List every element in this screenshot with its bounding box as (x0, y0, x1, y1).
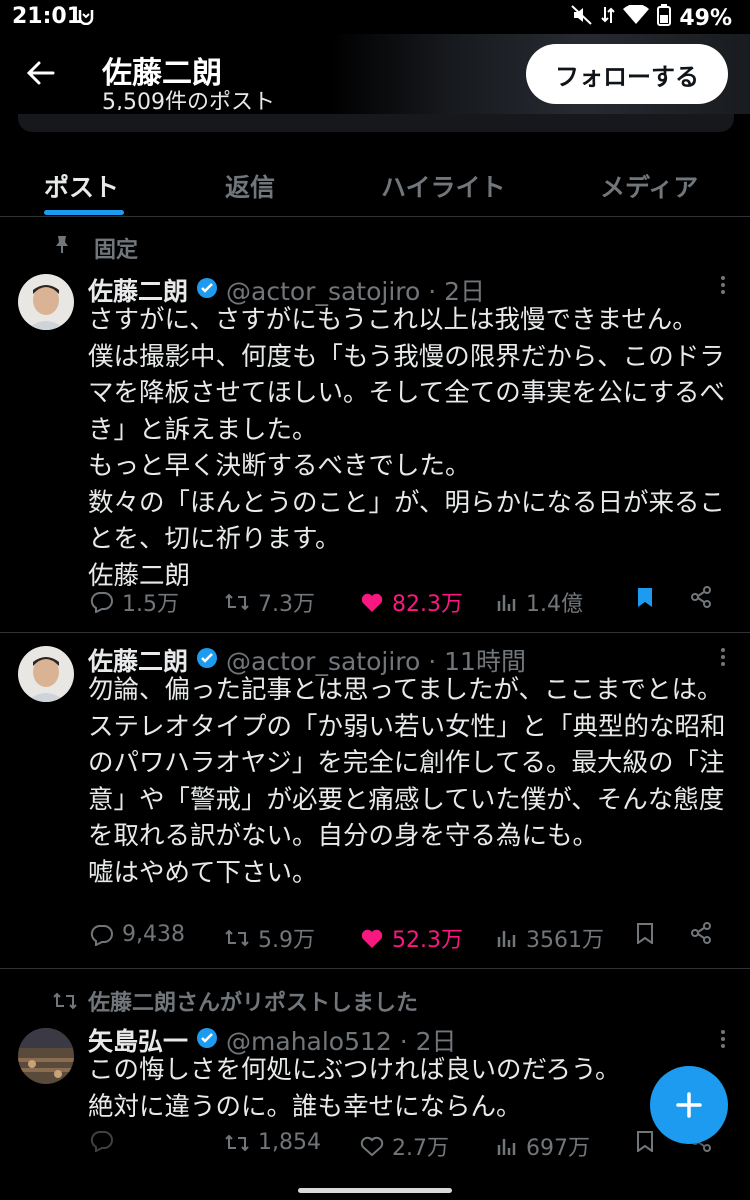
pin-icon (54, 235, 70, 261)
reply-button[interactable]: 1.5万 (90, 586, 179, 618)
bookmark-button[interactable] (636, 922, 654, 944)
bar-chart-icon (497, 1139, 516, 1155)
tab-posts[interactable]: ポスト (44, 168, 119, 204)
share-button[interactable] (690, 586, 712, 608)
avatar[interactable] (18, 1028, 74, 1084)
share-icon (691, 922, 711, 944)
repost-count: 5.9万 (258, 928, 315, 953)
active-tab-indicator (44, 210, 124, 215)
share-button[interactable] (690, 922, 712, 944)
reply-button[interactable] (90, 1130, 122, 1152)
share-icon (691, 586, 711, 608)
repost-button[interactable]: 1,854 (224, 1130, 321, 1155)
post-text: さすがに、さすがにもうこれ以上は我慢できません。 僕は撮影中、何度も「もう我慢の… (88, 305, 725, 591)
tab-media[interactable]: メディア (600, 168, 698, 204)
repost-button[interactable]: 7.3万 (224, 586, 315, 618)
views-button[interactable]: 1.4億 (496, 586, 583, 618)
repost-icon (225, 929, 249, 947)
tab-replies[interactable]: 返信 (225, 168, 275, 204)
notification-icon (78, 6, 94, 31)
like-count: 2.7万 (392, 1136, 449, 1161)
view-count: 697万 (526, 1136, 590, 1161)
reply-button[interactable]: 9,438 (90, 922, 185, 947)
arrow-left-icon (26, 61, 55, 85)
view-count: 1.4億 (526, 592, 583, 617)
verified-badge-icon (196, 1026, 218, 1055)
post-actions: 1.5万 7.3万 82.3万 1.4億 (88, 586, 728, 622)
more-options-icon[interactable] (720, 646, 728, 674)
repost-icon (225, 1134, 249, 1151)
like-button[interactable]: 52.3万 (360, 922, 463, 954)
back-button[interactable] (24, 56, 58, 90)
like-button[interactable]: 82.3万 (360, 586, 463, 618)
battery-percent: 49% (679, 5, 732, 31)
reply-icon (90, 924, 113, 946)
avatar[interactable] (18, 274, 74, 330)
more-options-icon[interactable] (720, 274, 728, 302)
data-icon (601, 5, 616, 31)
mute-icon (571, 5, 593, 31)
repost-label: 佐藤二朗さんがリポストしました (88, 991, 419, 1016)
home-indicator[interactable] (298, 1188, 452, 1193)
bar-chart-icon (497, 595, 516, 611)
post-divider (0, 968, 750, 969)
post-text: 勿論、偏った記事とは思ってましたが、ここまでとは。ステレオタイプの「か弱い若い女… (88, 675, 726, 888)
tab-highlights[interactable]: ハイライト (381, 168, 506, 204)
reply-count: 1.5万 (122, 592, 179, 617)
heart-icon (360, 1136, 384, 1157)
bookmark-button[interactable] (636, 1130, 654, 1152)
repost-count: 7.3万 (258, 592, 315, 617)
repost-icon (225, 593, 249, 611)
repost-button[interactable]: 5.9万 (224, 922, 315, 954)
follow-button[interactable]: フォローする (526, 44, 728, 104)
bookmark-icon (637, 923, 653, 944)
post-actions: 1,854 2.7万 697万 (88, 1130, 728, 1166)
header-card-edge (18, 114, 734, 132)
reply-icon (90, 1130, 113, 1152)
heart-filled-icon (361, 593, 383, 612)
view-count: 3561万 (526, 928, 604, 953)
avatar[interactable] (18, 646, 74, 702)
like-count: 52.3万 (392, 928, 463, 953)
verified-badge-icon (196, 646, 218, 675)
bookmark-button[interactable] (636, 586, 654, 608)
post-actions: 9,438 5.9万 52.3万 3561万 (88, 922, 728, 958)
views-button[interactable]: 3561万 (496, 922, 604, 954)
views-button[interactable]: 697万 (496, 1130, 590, 1162)
post-divider (0, 632, 750, 633)
battery-icon (657, 4, 672, 32)
bar-chart-icon (497, 931, 516, 947)
heart-filled-icon (361, 929, 383, 948)
bookmark-icon (637, 1131, 653, 1152)
verified-badge-icon (196, 276, 218, 305)
reply-count: 9,438 (122, 922, 185, 947)
profile-header: 佐藤二朗 5,509件のポスト フォローする (0, 34, 750, 132)
reply-icon (90, 591, 113, 613)
repost-label-row: 佐藤二朗さんがリポストしました (52, 985, 418, 1017)
repost-count: 1,854 (258, 1130, 321, 1155)
plus-icon (676, 1092, 702, 1118)
status-time: 21:01 (12, 4, 83, 29)
wifi-icon (623, 3, 650, 31)
compose-post-button[interactable] (650, 1066, 728, 1144)
like-count: 82.3万 (392, 592, 463, 617)
pinned-label-row: 固定 (54, 232, 138, 264)
repost-icon (53, 992, 77, 1010)
like-button[interactable]: 2.7万 (360, 1130, 449, 1162)
profile-tabs: ポスト 返信 ハイライト メディア (0, 150, 750, 217)
pinned-label: 固定 (94, 238, 139, 263)
header-name: 佐藤二朗 (102, 56, 222, 91)
bookmark-filled-icon (638, 588, 652, 607)
post-text: この悔しさを何処にぶつければ良いのだろう。 絶対に違うのに。誰も幸せにならん。 (88, 1055, 621, 1122)
status-bar: 21:01 49% (0, 0, 750, 34)
post-count: 5,509件のポスト (102, 90, 275, 110)
